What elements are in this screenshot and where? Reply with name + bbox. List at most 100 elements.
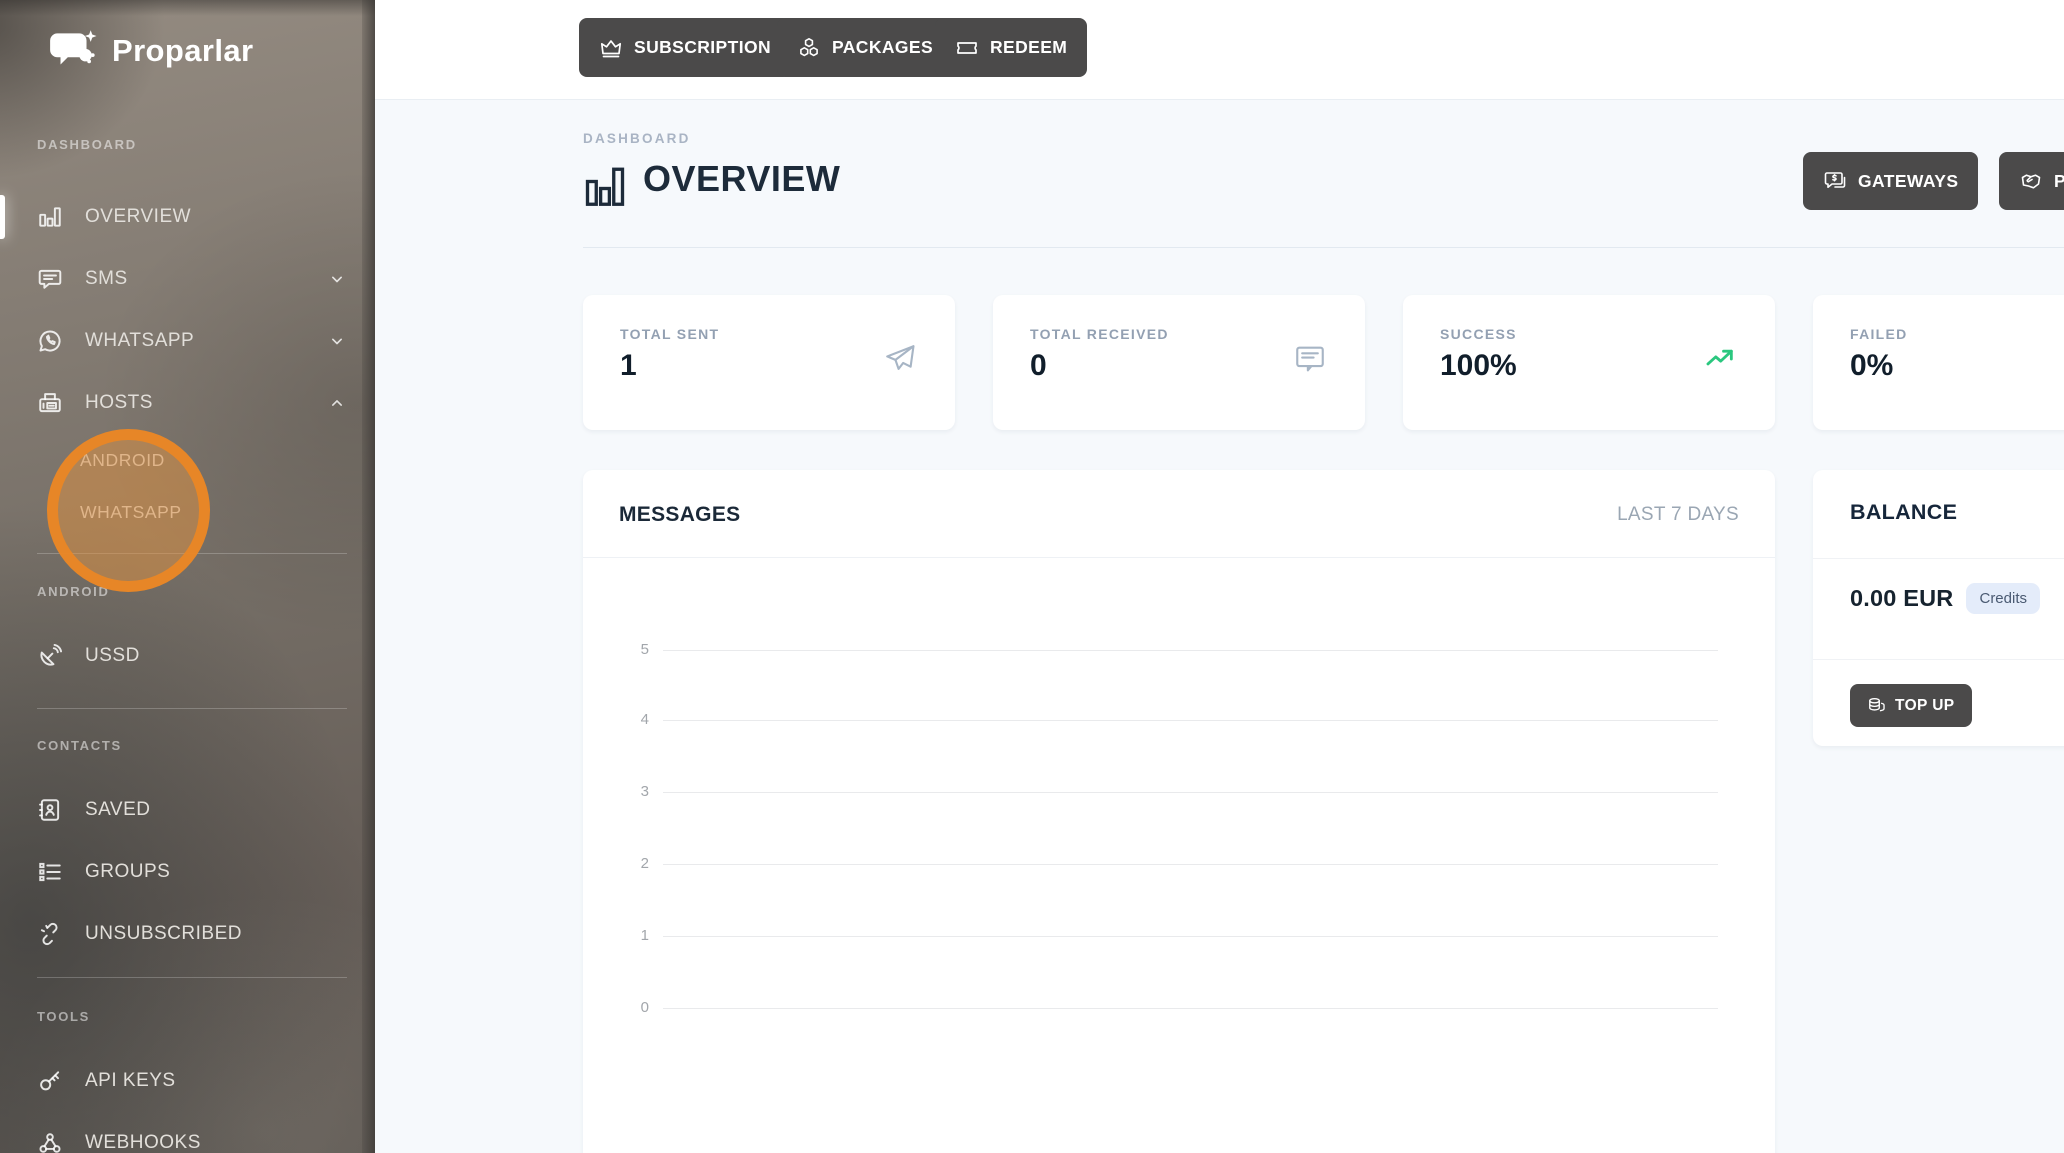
grid-line: [663, 1008, 1718, 1009]
sidebar-divider: [37, 977, 347, 978]
satellite-dish-icon: [37, 643, 63, 669]
nav-section-contacts: CONTACTS: [37, 739, 375, 753]
y-tick: 3: [605, 783, 649, 800]
button-label: REDEEM: [990, 37, 1067, 58]
button-label: P: [2054, 171, 2064, 192]
y-tick: 4: [605, 711, 649, 728]
nav-section-dashboard: DASHBOARD: [37, 138, 375, 152]
button-label: GATEWAYS: [1858, 171, 1958, 192]
handshake-icon: [2019, 169, 2043, 193]
grid-line: [663, 792, 1718, 793]
redeem-button[interactable]: REDEEM: [935, 18, 1087, 77]
sidebar-item-unsubscribed[interactable]: UNSUBSCRIBED: [0, 903, 375, 965]
sidebar-item-label: WEBHOOKS: [85, 1132, 201, 1153]
sidebar-item-api-keys[interactable]: API KEYS: [0, 1050, 375, 1112]
stat-label: TOTAL RECEIVED: [1030, 326, 1169, 342]
paper-plane-icon: [883, 342, 917, 376]
nav-section-android: ANDROID: [37, 585, 375, 599]
button-label: SUBSCRIPTION: [634, 37, 771, 58]
y-tick: 1: [605, 927, 649, 944]
comment-icon: [1293, 342, 1327, 376]
sidebar-item-saved[interactable]: SAVED: [0, 779, 375, 841]
comment-icon: [37, 266, 63, 292]
gateways-button[interactable]: GATEWAYS: [1803, 152, 1978, 210]
sidebar-subitem-label: ANDROID: [80, 450, 165, 471]
sidebar-item-label: API KEYS: [85, 1070, 176, 1092]
breadcrumb: DASHBOARD: [583, 131, 691, 146]
trend-up-icon: [1703, 342, 1737, 376]
stat-card-total-sent: TOTAL SENT 1: [583, 295, 955, 430]
sidebar-item-label: WHATSAPP: [85, 330, 194, 352]
coins-icon: [1867, 696, 1886, 715]
sidebar-item-ussd[interactable]: USSD: [0, 625, 375, 687]
stat-label: SUCCESS: [1440, 326, 1517, 342]
ticket-icon: [955, 36, 979, 60]
panel-divider: [1813, 558, 2064, 559]
stat-card-total-received: TOTAL RECEIVED 0: [993, 295, 1365, 430]
sidebar-subitem-android[interactable]: ANDROID: [0, 434, 375, 486]
fax-icon: [37, 390, 63, 416]
range-label: LAST 7 DAYS: [1617, 504, 1739, 526]
sidebar-item-overview[interactable]: OVERVIEW: [0, 186, 375, 248]
main-content: SUBSCRIPTION PACKAGES REDEEM DASHBOARD: [375, 0, 2064, 1153]
sidebar-item-label: SMS: [85, 268, 128, 290]
message-dollar-icon: [1823, 169, 1847, 193]
sidebar-divider: [37, 708, 347, 709]
stat-value: 0: [1030, 349, 1047, 383]
webhook-icon: [37, 1130, 63, 1153]
messages-panel: MESSAGES LAST 7 DAYS 5 4 3 2 1 0: [583, 470, 1775, 1153]
sidebar: Proparlar DASHBOARD OVERVIEW SMS: [0, 0, 375, 1153]
partners-button-partial[interactable]: P: [1999, 152, 2064, 210]
messages-panel-header: MESSAGES LAST 7 DAYS: [583, 470, 1775, 558]
balance-row: 0.00 EUR Credits: [1850, 583, 2040, 614]
link-slash-icon: [37, 921, 63, 947]
topbar: SUBSCRIPTION PACKAGES REDEEM: [375, 0, 2064, 100]
grid-line: [663, 936, 1718, 937]
sidebar-subitem-whatsapp[interactable]: WHATSAPP: [0, 486, 375, 538]
brand-name: Proparlar: [112, 33, 253, 69]
chat-bubble-logo-icon: [47, 28, 99, 74]
stat-value: 1: [620, 349, 637, 383]
y-tick: 5: [605, 641, 649, 658]
button-label: TOP UP: [1895, 697, 1955, 715]
sidebar-item-hosts[interactable]: HOSTS: [0, 372, 375, 434]
chevron-up-icon: [327, 393, 347, 413]
panel-divider: [1813, 659, 2064, 660]
chevron-down-icon: [327, 331, 347, 351]
credits-badge: Credits: [1966, 583, 2040, 614]
whatsapp-icon: [37, 328, 63, 354]
grid-line: [663, 864, 1718, 865]
packages-button[interactable]: PACKAGES: [777, 18, 953, 77]
brand-logo[interactable]: Proparlar: [47, 28, 253, 74]
sidebar-item-label: OVERVIEW: [85, 206, 191, 228]
chevron-down-icon: [327, 269, 347, 289]
sidebar-item-whatsapp[interactable]: WHATSAPP: [0, 310, 375, 372]
header-divider: [583, 247, 2064, 248]
sidebar-item-label: UNSUBSCRIBED: [85, 923, 242, 945]
balance-amount: 0.00 EUR: [1850, 585, 1953, 612]
sidebar-item-groups[interactable]: GROUPS: [0, 841, 375, 903]
crown-icon: [599, 36, 623, 60]
sidebar-item-label: USSD: [85, 645, 140, 667]
list-icon: [37, 859, 63, 885]
bar-chart-title-icon: [584, 164, 626, 210]
subscription-button[interactable]: SUBSCRIPTION: [579, 18, 791, 77]
sidebar-nav: DASHBOARD OVERVIEW SMS: [0, 126, 375, 1153]
stat-value: 0%: [1850, 349, 1893, 383]
panel-title: MESSAGES: [619, 503, 740, 527]
cubes-icon: [797, 36, 821, 60]
sidebar-subitem-label: WHATSAPP: [80, 502, 182, 523]
bar-chart-icon: [37, 204, 63, 230]
stat-card-success: SUCCESS 100%: [1403, 295, 1775, 430]
stat-label: FAILED: [1850, 326, 1908, 342]
sidebar-item-sms[interactable]: SMS: [0, 248, 375, 310]
stat-label: TOTAL SENT: [620, 326, 719, 342]
stat-value: 100%: [1440, 349, 1517, 383]
y-tick: 2: [605, 855, 649, 872]
grid-line: [663, 720, 1718, 721]
grid-line: [663, 650, 1718, 651]
page-title: OVERVIEW: [643, 158, 840, 200]
stat-card-failed: FAILED 0%: [1813, 295, 2064, 430]
top-up-button[interactable]: TOP UP: [1850, 684, 1972, 727]
sidebar-item-webhooks[interactable]: WEBHOOKS: [0, 1112, 375, 1153]
